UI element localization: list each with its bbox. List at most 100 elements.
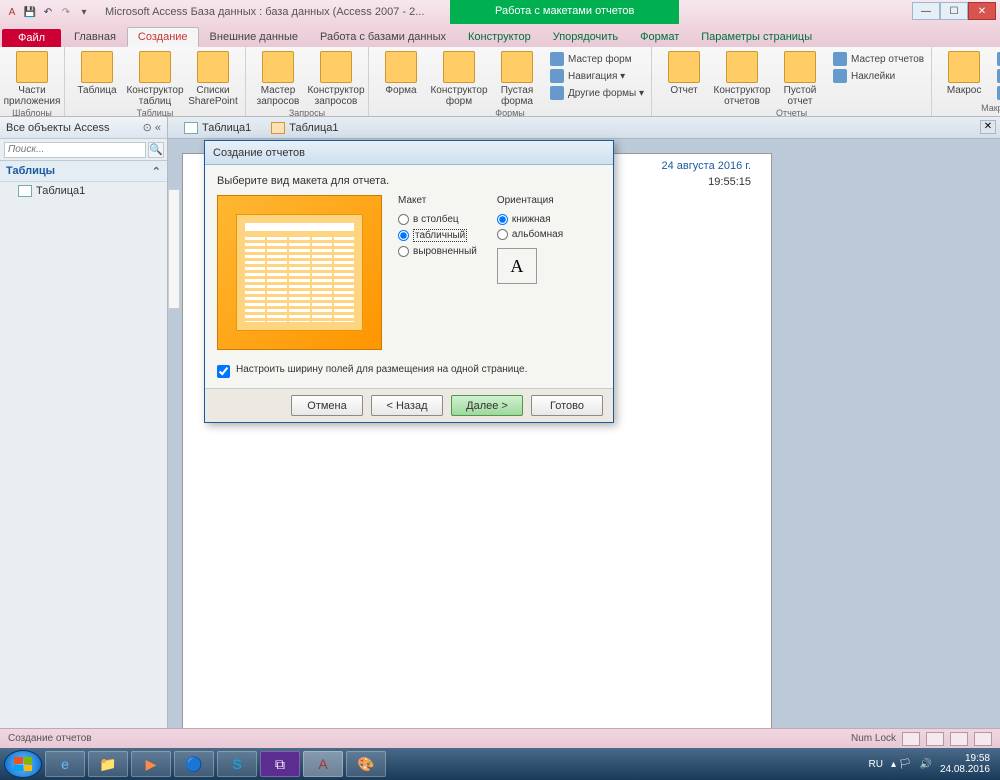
numlock-indicator: Num Lock (851, 733, 896, 744)
orient-opt-landscape[interactable]: альбомная (497, 227, 563, 242)
ribbon-button-label: Конструктортаблиц (126, 85, 183, 107)
minimize-button[interactable]: — (912, 2, 940, 20)
orient-opt-portrait[interactable]: книжная (497, 212, 563, 227)
ribbon-button[interactable]: Таблица (69, 49, 125, 107)
tab-page-setup[interactable]: Параметры страницы (690, 27, 823, 47)
ribbon-button[interactable]: Макрос (936, 49, 992, 102)
ribbon-button[interactable]: Форма (373, 49, 429, 107)
finish-button[interactable]: Готово (531, 395, 603, 416)
ribbon-button[interactable]: Конструкторформ (431, 49, 487, 107)
document-tabs: Таблица1 Таблица1 ✕ (168, 117, 1000, 139)
checkbox-label: Настроить ширину полей для размещения на… (236, 364, 527, 375)
tab-create[interactable]: Создание (127, 27, 199, 47)
nav-item-label: Таблица1 (36, 185, 85, 197)
report-wizard-dialog: Создание отчетов Выберите вид макета для… (204, 140, 614, 423)
ribbon-icon (726, 51, 758, 83)
ribbon-small-button[interactable]: Visual Basic (994, 85, 1000, 101)
maximize-button[interactable]: ☐ (940, 2, 968, 20)
ribbon-small-icon (833, 52, 847, 66)
vertical-ruler (168, 189, 180, 309)
ribbon-button[interactable]: Пустойотчет (772, 49, 828, 107)
doc-tab-1[interactable]: Таблица1 (261, 120, 348, 136)
save-icon[interactable]: 💾 (22, 4, 38, 20)
tab-home[interactable]: Главная (63, 27, 127, 47)
layout-opt-columnar[interactable]: в столбец (398, 212, 477, 227)
view-layout-icon[interactable] (950, 732, 968, 746)
start-button[interactable] (4, 750, 42, 778)
tab-external-data[interactable]: Внешние данные (199, 27, 309, 47)
ribbon-button[interactable]: СпискиSharePoint (185, 49, 241, 107)
ribbon-small-button[interactable]: Мастер отчетов (830, 51, 927, 67)
ribbon-small-button[interactable]: Модуль (994, 51, 1000, 67)
nav-item-table1[interactable]: Таблица1 (0, 182, 167, 200)
nav-header[interactable]: Все объекты Access ⊙ « (0, 117, 167, 139)
tray-lang[interactable]: RU (869, 759, 883, 770)
tab-database-tools[interactable]: Работа с базами данных (309, 27, 457, 47)
task-ie-icon[interactable]: e (45, 751, 85, 777)
task-media-icon[interactable]: ▶ (131, 751, 171, 777)
ribbon-button[interactable]: Конструкторотчетов (714, 49, 770, 107)
ribbon-icon (16, 51, 48, 83)
table-icon (18, 185, 32, 197)
ribbon-small-button[interactable]: Навигация ▾ (547, 68, 647, 84)
task-paint-icon[interactable]: 🎨 (346, 751, 386, 777)
ribbon-small-icon (550, 86, 564, 100)
layout-preview (217, 195, 382, 350)
view-print-icon[interactable] (926, 732, 944, 746)
ribbon-small-button[interactable]: Наклейки (830, 68, 927, 84)
ribbon-button[interactable]: Конструкторзапросов (308, 49, 364, 107)
cancel-button[interactable]: Отмена (291, 395, 363, 416)
contextual-tab-header: Работа с макетами отчетов (450, 0, 679, 24)
ribbon-button[interactable]: Мастерзапросов (250, 49, 306, 107)
ribbon-button[interactable]: Пустаяформа (489, 49, 545, 107)
layout-opt-justified[interactable]: выровненный (398, 244, 477, 259)
ribbon-small-icon (833, 69, 847, 83)
ribbon-group-4: ОтчетКонструкторотчетовПустойотчетМастер… (652, 47, 932, 116)
ribbon-small-button[interactable]: Мастер форм (547, 51, 647, 67)
file-tab[interactable]: Файл (2, 29, 61, 47)
view-design-icon[interactable] (974, 732, 992, 746)
ribbon-icon (320, 51, 352, 83)
nav-collapse-icon[interactable]: ⊙ « (143, 121, 161, 134)
task-access-icon[interactable]: A (303, 751, 343, 777)
task-chrome-icon[interactable]: 🔵 (174, 751, 214, 777)
search-icon[interactable]: 🔍 (148, 142, 164, 158)
tray-volume-icon[interactable]: 🔊 (919, 759, 931, 770)
ribbon-group-0: ЧастиприложенияШаблоны (0, 47, 65, 116)
task-skype-icon[interactable]: S (217, 751, 257, 777)
ribbon-button-label: Пустаяформа (501, 85, 534, 107)
task-explorer-icon[interactable]: 📁 (88, 751, 128, 777)
redo-icon[interactable]: ↷ (58, 4, 74, 20)
adjust-width-checkbox[interactable]: Настроить ширину полей для размещения на… (217, 364, 601, 378)
ribbon-button[interactable]: Отчет (656, 49, 712, 107)
tab-format[interactable]: Формат (629, 27, 690, 47)
close-button[interactable]: ✕ (968, 2, 996, 20)
close-tab-button[interactable]: ✕ (980, 120, 996, 134)
ribbon-small-button[interactable]: Другие формы ▾ (547, 85, 647, 101)
ribbon-icon (385, 51, 417, 83)
tray-clock[interactable]: 19:58 24.08.2016 (940, 753, 990, 775)
tray-flag-icon[interactable]: ▴ 🏳 (891, 759, 912, 770)
tab-design[interactable]: Конструктор (457, 27, 542, 47)
ribbon-group-label: Макросы и код (936, 102, 1000, 114)
title-bar: A 💾 ↶ ↷ ▾ Microsoft Access База данных :… (0, 0, 1000, 24)
tray-date: 24.08.2016 (940, 764, 990, 775)
undo-icon[interactable]: ↶ (40, 4, 56, 20)
nav-search-input[interactable] (4, 142, 146, 158)
task-vs-icon[interactable]: ⧉ (260, 751, 300, 777)
layout-opt-tabular[interactable]: табличный (398, 227, 477, 244)
back-button[interactable]: < Назад (371, 395, 443, 416)
view-report-icon[interactable] (902, 732, 920, 746)
qat-dropdown-icon[interactable]: ▾ (76, 4, 92, 20)
next-button[interactable]: Далее > (451, 395, 523, 416)
layout-opt-label: табличный (413, 229, 467, 242)
ribbon-small-label: Мастер форм (568, 54, 632, 65)
ribbon-button[interactable]: Частиприложения (4, 49, 60, 107)
ribbon-small-button[interactable]: Модуль класса (994, 68, 1000, 84)
checkbox-input[interactable] (217, 365, 230, 378)
doc-tab-0[interactable]: Таблица1 (174, 120, 261, 136)
tab-arrange[interactable]: Упорядочить (542, 27, 629, 47)
ribbon-button[interactable]: Конструктортаблиц (127, 49, 183, 107)
nav-group-tables[interactable]: Таблицы ⌃ (0, 161, 167, 182)
nav-search: 🔍 (0, 139, 167, 161)
